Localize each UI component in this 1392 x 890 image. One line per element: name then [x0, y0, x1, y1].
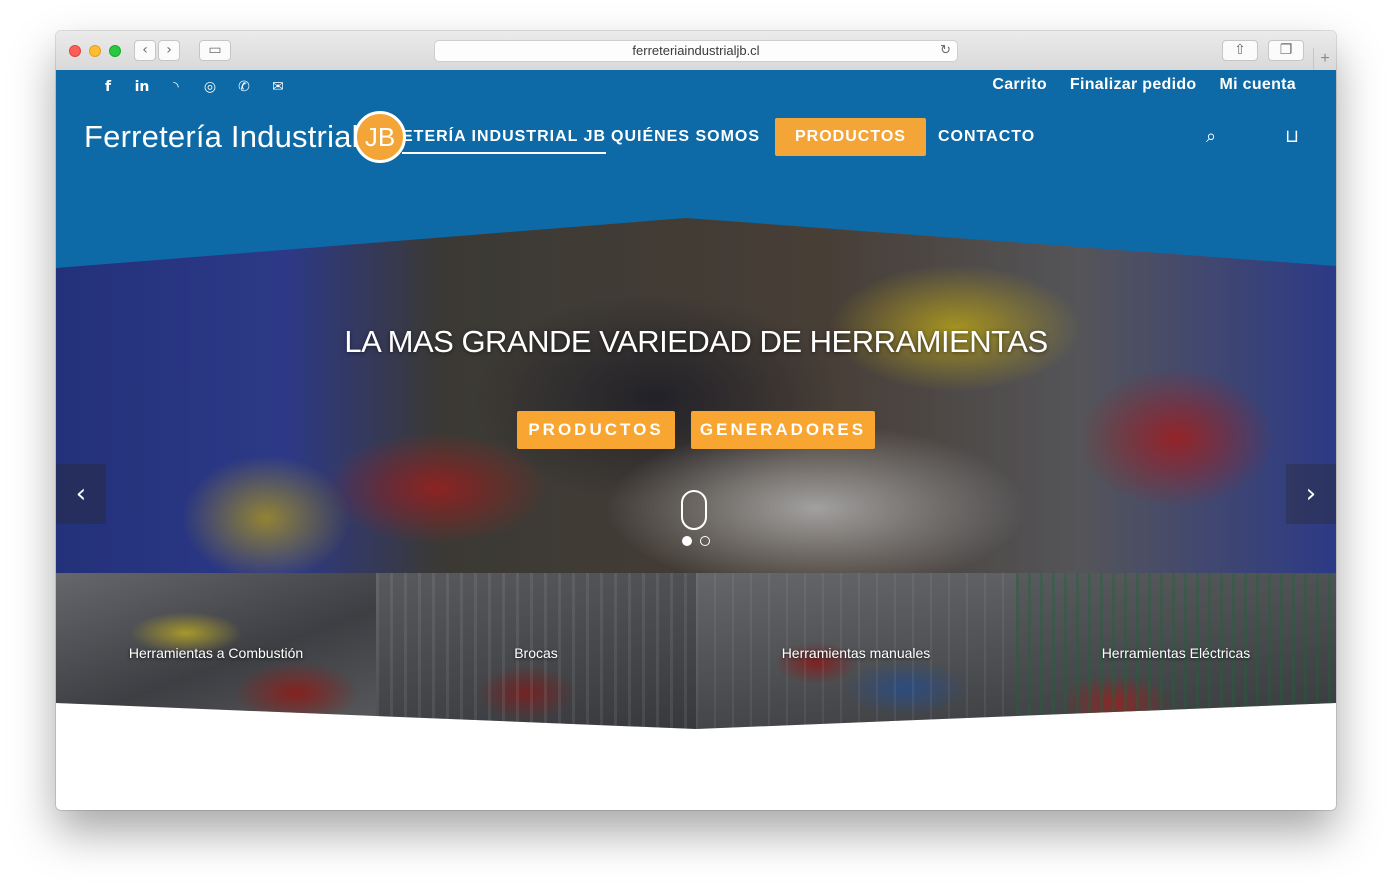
cart-link[interactable]: Carrito [992, 76, 1047, 94]
browser-window: ‹ › ▭ ferreteriaindustrialjb.cl ↻ ⇧ ❐ + … [56, 31, 1336, 810]
search-icon[interactable]: ⌕ [1206, 126, 1216, 147]
category-tile[interactable]: Brocas [376, 573, 696, 729]
url-text: ferreteriaindustrialjb.cl [632, 43, 760, 58]
web-page: f in ◝ ◎ ✆ ✉ Carrito Finalizar pedido Mi… [56, 70, 1336, 810]
back-icon[interactable]: ‹ [134, 40, 156, 61]
hero-slider: LA MAS GRANDE VARIEDAD DE HERRAMIENTAS P… [56, 218, 1336, 622]
category-tiles: Herramientas a Combustión Brocas Herrami… [56, 573, 1336, 729]
sidebar-icon[interactable]: ▭ [199, 40, 231, 61]
category-label: Herramientas manuales [781, 645, 931, 661]
scroll-mouse-icon[interactable] [681, 490, 707, 530]
category-tile[interactable]: Herramientas manuales [696, 573, 1016, 729]
linkedin-icon[interactable]: in [125, 78, 159, 96]
category-label: Herramientas a Combustión [128, 645, 304, 661]
address-bar[interactable]: ferreteriaindustrialjb.cl ↻ [434, 40, 958, 62]
forward-icon[interactable]: › [158, 40, 180, 61]
logo-badge[interactable]: JB [354, 111, 406, 163]
category-label: Herramientas Eléctricas [1101, 645, 1251, 661]
slider-dot-2[interactable] [700, 536, 710, 546]
new-tab-icon[interactable]: + [1313, 48, 1336, 70]
close-window-button[interactable] [69, 45, 81, 57]
logo-text[interactable]: Ferretería Industrial [84, 119, 359, 155]
slider-dot-1[interactable] [682, 536, 692, 546]
category-label: Brocas [514, 645, 558, 661]
nav-item-products[interactable]: PRODUCTOS [775, 118, 926, 156]
share-icon[interactable]: ⇧ [1222, 40, 1258, 61]
hero-title: LA MAS GRANDE VARIEDAD DE HERRAMIENTAS [344, 324, 1048, 359]
nav-item-about[interactable]: QUIÉNES SOMOS [611, 128, 760, 146]
hero-products-button[interactable]: PRODUCTOS [517, 411, 675, 449]
hero-generators-button[interactable]: GENERADORES [691, 411, 875, 449]
phone-icon[interactable]: ✆ [227, 78, 261, 96]
account-links: Carrito Finalizar pedido Mi cuenta [992, 76, 1296, 94]
zoom-window-button[interactable] [109, 45, 121, 57]
nav-item-home[interactable]: ETERÍA INDUSTRIAL JB [402, 128, 607, 154]
facebook-icon[interactable]: f [91, 78, 125, 96]
nav-item-contact[interactable]: CONTACTO [938, 128, 1035, 146]
shopping-bag-icon[interactable]: ⊔ [1285, 126, 1299, 147]
my-account-link[interactable]: Mi cuenta [1220, 76, 1297, 94]
slider-next-icon[interactable]: › [1286, 464, 1336, 524]
instagram-icon[interactable]: ◎ [193, 78, 227, 96]
rss-icon[interactable]: ◝ [159, 78, 193, 96]
tabs-overview-icon[interactable]: ❐ [1268, 40, 1304, 61]
checkout-link[interactable]: Finalizar pedido [1070, 76, 1197, 94]
reload-icon[interactable]: ↻ [940, 41, 951, 61]
minimize-window-button[interactable] [89, 45, 101, 57]
email-icon[interactable]: ✉ [261, 78, 295, 96]
utility-bar: f in ◝ ◎ ✆ ✉ Carrito Finalizar pedido Mi… [56, 70, 1336, 105]
slider-prev-icon[interactable]: ‹ [56, 464, 106, 524]
category-tile[interactable]: Herramientas a Combustión [56, 573, 376, 729]
social-links: f in ◝ ◎ ✆ ✉ [91, 78, 295, 96]
browser-toolbar: ‹ › ▭ ferreteriaindustrialjb.cl ↻ ⇧ ❐ + [56, 31, 1336, 71]
category-tile[interactable]: Herramientas Eléctricas [1016, 573, 1336, 729]
